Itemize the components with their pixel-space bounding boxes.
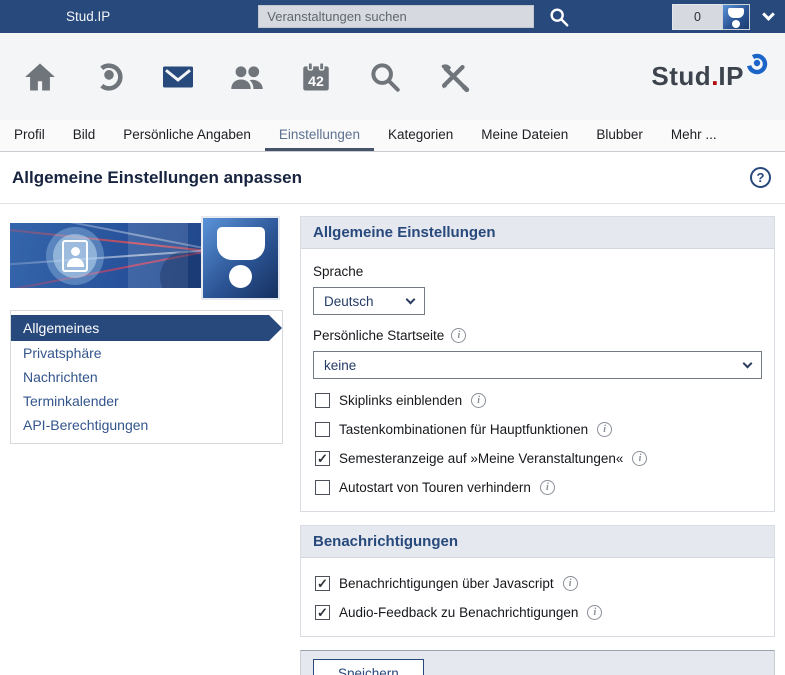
tab-profil[interactable]: Profil xyxy=(12,120,59,151)
section-general: Allgemeine Einstellungen Sprache Deutsch… xyxy=(300,216,775,512)
info-icon[interactable] xyxy=(451,328,466,343)
user-cluster: 0 xyxy=(672,4,773,30)
avatar-glyph xyxy=(728,8,744,18)
icon-toolbar: 42 Stud.IP xyxy=(0,33,785,120)
check-row-tastenkombinationen: Tastenkombinationen für Hauptfunktionen xyxy=(315,422,762,437)
tab-meine-dateien[interactable]: Meine Dateien xyxy=(467,120,582,151)
logo-red-dot: . xyxy=(711,61,718,92)
check-row-autostart-touren: Autostart von Touren verhindern xyxy=(315,480,762,495)
page-title: Allgemeine Einstellungen anpassen xyxy=(12,168,302,188)
tab-persoenliche-angaben[interactable]: Persönliche Angaben xyxy=(109,120,265,151)
community-icon[interactable] xyxy=(229,59,265,95)
settings-main: Allgemeine Einstellungen Sprache Deutsch… xyxy=(300,216,775,675)
sidebar-item-allgemeines[interactable]: Allgemeines xyxy=(11,315,282,341)
svg-text:42: 42 xyxy=(308,74,324,90)
search-icon[interactable] xyxy=(548,6,570,28)
check-row-audio-feedback: Audio-Feedback zu Benachrichtigungen xyxy=(315,605,762,620)
chevron-down-icon xyxy=(406,295,416,305)
calendar-icon[interactable]: 42 xyxy=(298,59,334,95)
settings-sidebar: Allgemeines Privatsphäre Nachrichten Ter… xyxy=(10,216,283,675)
form-footer: Speichern xyxy=(300,650,775,675)
save-button[interactable]: Speichern xyxy=(313,659,424,675)
studip-mascot-icon xyxy=(201,216,280,300)
info-icon[interactable] xyxy=(632,451,647,466)
help-icon[interactable] xyxy=(750,167,771,188)
section-notifications: Benachrichtigungen Benachrichtigungen üb… xyxy=(300,525,775,637)
brand-title: Stud.IP xyxy=(66,9,110,24)
audio-feedback-checkbox[interactable] xyxy=(315,605,330,620)
hotkeys-checkbox[interactable] xyxy=(315,422,330,437)
search-icon[interactable] xyxy=(367,59,403,95)
global-search xyxy=(258,5,570,28)
skiplinks-checkbox[interactable] xyxy=(315,393,330,408)
info-icon[interactable] xyxy=(563,576,578,591)
tab-blubber[interactable]: Blubber xyxy=(582,120,657,151)
check-row-javascript-notifications: Benachrichtigungen über Javascript xyxy=(315,576,762,591)
avatar[interactable] xyxy=(722,4,750,30)
notification-counter[interactable]: 0 xyxy=(672,4,722,30)
sidebar-item-privatsphaere[interactable]: Privatsphäre xyxy=(11,341,282,365)
startpage-select[interactable]: keine xyxy=(313,351,762,379)
tab-bild[interactable]: Bild xyxy=(59,120,110,151)
logo-swirl-icon xyxy=(745,52,769,81)
studip-logo: Stud.IP xyxy=(651,61,769,92)
language-label: Sprache xyxy=(313,264,762,279)
sidebar-item-nachrichten[interactable]: Nachrichten xyxy=(11,365,282,389)
chevron-down-icon[interactable] xyxy=(762,8,775,21)
profile-tabbar: Profil Bild Persönliche Angaben Einstell… xyxy=(0,120,785,152)
tools-icon[interactable] xyxy=(436,59,472,95)
page-header: Allgemeine Einstellungen anpassen xyxy=(0,152,785,204)
tour-autostart-checkbox[interactable] xyxy=(315,480,330,495)
section-general-header: Allgemeine Einstellungen xyxy=(301,217,774,249)
profile-banner-image xyxy=(10,216,283,300)
tab-kategorien[interactable]: Kategorien xyxy=(374,120,467,151)
language-select[interactable]: Deutsch xyxy=(313,287,425,315)
startpage-label: Persönliche Startseite xyxy=(313,328,762,343)
info-icon[interactable] xyxy=(471,393,486,408)
sidebar-item-terminkalender[interactable]: Terminkalender xyxy=(11,389,282,413)
mail-icon[interactable] xyxy=(160,59,196,95)
chevron-down-icon xyxy=(743,359,753,369)
settings-nav: Allgemeines Privatsphäre Nachrichten Ter… xyxy=(10,310,283,444)
info-icon[interactable] xyxy=(587,605,602,620)
check-row-semesteranzeige: Semesteranzeige auf »Meine Veranstaltung… xyxy=(315,451,762,466)
home-icon[interactable] xyxy=(22,59,58,95)
info-icon[interactable] xyxy=(597,422,612,437)
tab-einstellungen[interactable]: Einstellungen xyxy=(265,120,374,151)
top-bar: Stud.IP 0 xyxy=(0,0,785,33)
section-notifications-header: Benachrichtigungen xyxy=(301,526,774,558)
tab-mehr[interactable]: Mehr ... xyxy=(657,120,731,151)
person-badge-icon xyxy=(46,227,104,285)
sidebar-item-api-berechtigungen[interactable]: API-Berechtigungen xyxy=(11,413,282,437)
content-area: Allgemeines Privatsphäre Nachrichten Ter… xyxy=(0,204,785,675)
check-row-skiplinks: Skiplinks einblenden xyxy=(315,393,762,408)
semester-display-checkbox[interactable] xyxy=(315,451,330,466)
js-notifications-checkbox[interactable] xyxy=(315,576,330,591)
courses-icon[interactable] xyxy=(91,59,127,95)
info-icon[interactable] xyxy=(540,480,555,495)
search-input[interactable] xyxy=(258,5,534,28)
